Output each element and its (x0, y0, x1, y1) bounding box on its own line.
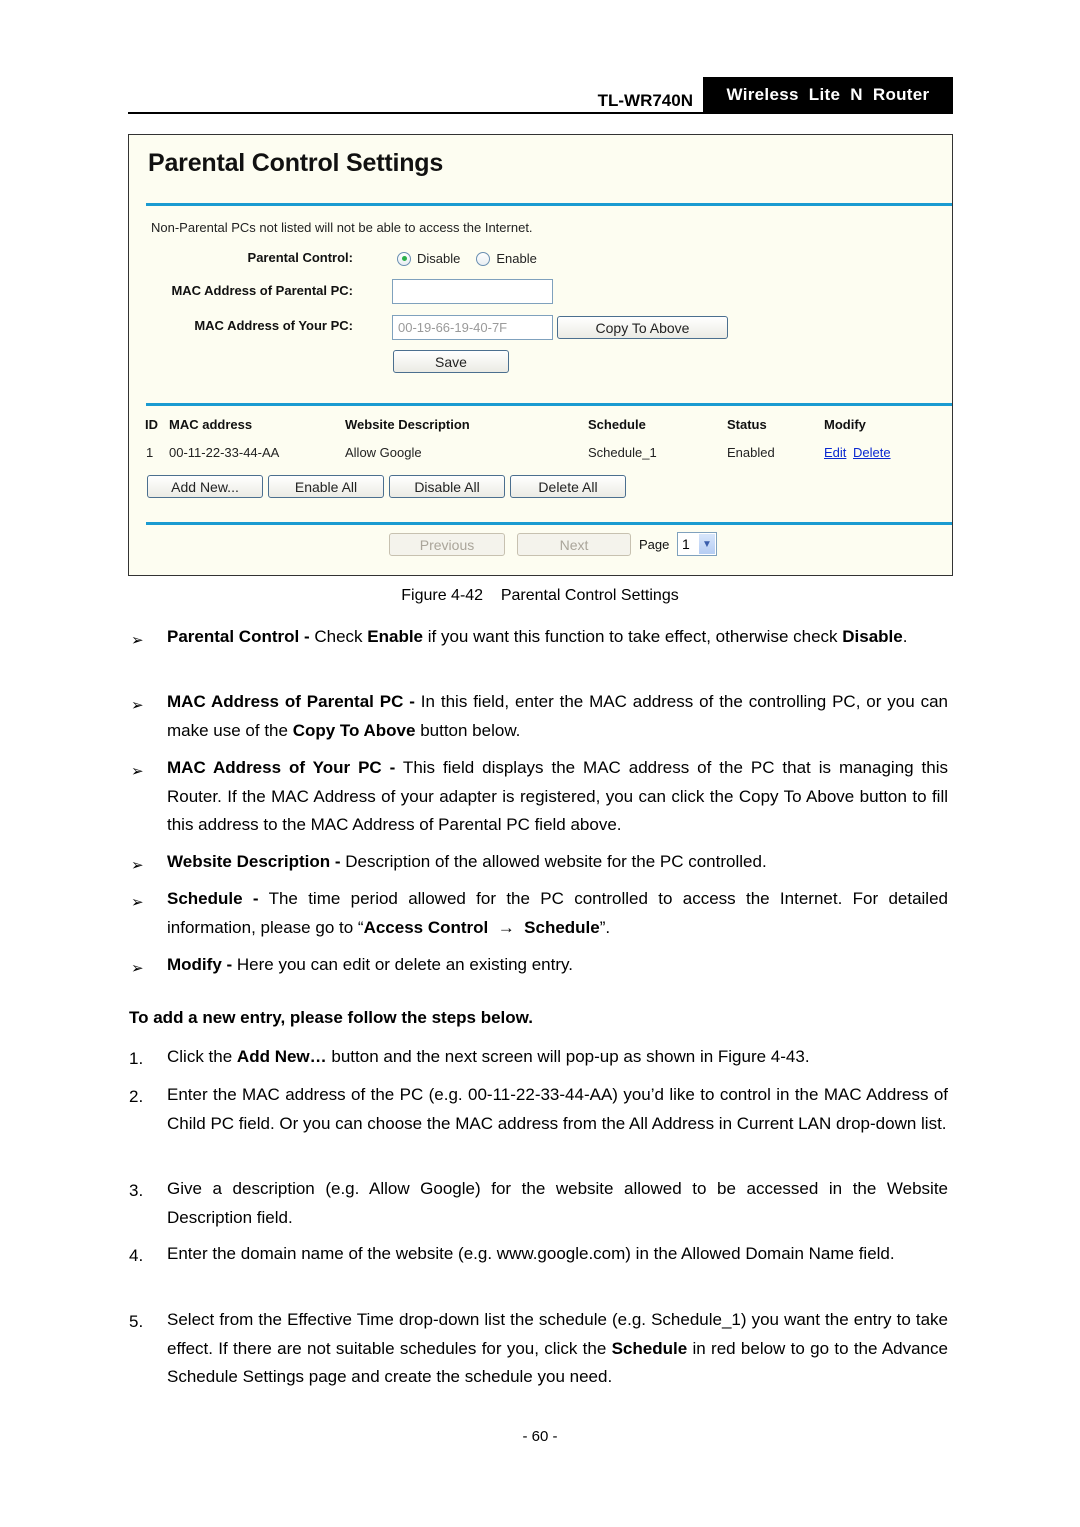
term: Add New… (236, 1047, 327, 1066)
previous-button[interactable]: Previous (389, 533, 505, 556)
step-1: Click the Add New… button and the next s… (167, 1043, 948, 1072)
page-header: TL-WR740N Wireless Lite N Router (128, 77, 953, 114)
text: Check (309, 627, 368, 646)
page-number: - 60 - (522, 1428, 558, 1445)
text: button below. (415, 720, 521, 740)
step-4: Enter the domain name of the website (e.… (167, 1244, 895, 1263)
row-status: Enabled (727, 445, 775, 460)
delete-all-button[interactable]: Delete All (510, 475, 626, 498)
radio-disable[interactable] (397, 251, 411, 266)
term: MAC Address of Parental PC - (167, 692, 415, 711)
bullet-arrow-icon: ➢ (131, 632, 144, 649)
bullet-arrow-icon: ➢ (131, 894, 144, 911)
text: Here you can edit or delete an existing … (232, 955, 573, 974)
enable-all-button[interactable]: Enable All (268, 475, 384, 498)
parental-control-screenshot: Parental Control Settings Non-Parental P… (128, 134, 953, 576)
term: Disable (842, 627, 903, 646)
model-name: TL-WR740N (597, 91, 693, 110)
bullet-arrow-icon: ➢ (131, 857, 144, 874)
term: Parental Control - (167, 627, 310, 646)
term: Copy To Above (292, 720, 416, 740)
settings-title: Parental Control Settings (148, 149, 444, 177)
bullet-schedule: Schedule - The time period allowed for t… (167, 885, 948, 942)
next-button[interactable]: Next (517, 533, 631, 556)
bullet-parental-control: Parental Control - Check Enable if you w… (167, 623, 948, 652)
text: ”. (599, 917, 611, 937)
copy-to-above-button[interactable]: Copy To Above (557, 316, 728, 339)
bullet-mac-your-pc: MAC Address of Your PC - This field disp… (167, 754, 948, 840)
term: Access Control → Schedule (363, 917, 600, 937)
mac-your-pc-input[interactable] (392, 315, 553, 340)
mac-parental-input[interactable] (392, 279, 553, 304)
bullet-website-description: Website Description - Description of the… (167, 848, 948, 877)
step-3: Give a description (e.g. Allow Google) f… (167, 1179, 948, 1227)
term: Modify - (167, 955, 233, 974)
row-description: Allow Google (345, 445, 422, 460)
info-note: Non-Parental PCs not listed will not be … (151, 220, 533, 235)
radio-enable[interactable] (476, 251, 491, 266)
add-new-button[interactable]: Add New... (147, 475, 263, 498)
step-number: 4. (129, 1246, 144, 1265)
page-label: Page (639, 537, 670, 552)
bullet-arrow-icon: ➢ (131, 763, 144, 780)
step-number: 5. (129, 1312, 144, 1331)
page-select[interactable]: 1 ▼ (677, 532, 717, 556)
text: Click the (167, 1047, 237, 1066)
mac-parental-label: MAC Address of Parental PC: (171, 283, 353, 298)
term: Schedule (611, 1338, 688, 1358)
bullet-mac-parental: MAC Address of Parental PC - In this fie… (167, 688, 948, 745)
edit-link[interactable]: Edit (824, 445, 846, 460)
term: MAC Address of Your PC - (167, 758, 396, 777)
step-number: 3. (129, 1181, 144, 1200)
divider (146, 203, 952, 206)
figure-caption: Figure 4-42 Parental Control Settings (401, 587, 679, 604)
step-number: 2. (129, 1087, 144, 1106)
page-select-value: 1 (682, 536, 690, 552)
step-2: Enter the MAC address of the PC (e.g. 00… (167, 1085, 948, 1133)
term: Website Description - (167, 852, 341, 871)
col-header-status: Status (727, 417, 767, 432)
divider (146, 403, 952, 406)
disable-all-button[interactable]: Disable All (389, 475, 505, 498)
bullet-modify: Modify - Here you can edit or delete an … (167, 951, 948, 980)
save-button[interactable]: Save (393, 350, 509, 373)
text: button and the next screen will pop-up a… (326, 1047, 810, 1066)
row-schedule: Schedule_1 (588, 445, 657, 460)
parental-control-label: Parental Control: (247, 250, 353, 265)
text: if you want this function to take effect… (423, 627, 843, 646)
radio-disable-label: Disable (417, 251, 461, 266)
radio-enable-label: Enable (496, 251, 537, 266)
step-5: Select from the Effective Time drop-down… (167, 1306, 948, 1392)
term: Schedule - (167, 889, 259, 908)
text: Description of the allowed website for t… (340, 852, 767, 871)
bullet-arrow-icon: ➢ (131, 697, 144, 714)
row-mac: 00-11-22-33-44-AA (169, 445, 280, 460)
radio-selected-dot (401, 256, 407, 261)
divider (146, 522, 952, 525)
parental-control-radio-group: Disable Enable (397, 251, 553, 266)
step-number: 1. (129, 1049, 144, 1068)
delete-link[interactable]: Delete (853, 445, 891, 460)
term: Enable (367, 627, 424, 646)
row-id: 1 (146, 445, 154, 460)
col-header-modify: Modify (824, 417, 866, 432)
text: . (902, 627, 908, 646)
steps-heading: To add a new entry, please follow the st… (129, 1008, 533, 1027)
col-header-schedule: Schedule (588, 417, 646, 432)
col-header-id: ID (145, 417, 158, 432)
bullet-arrow-icon: ➢ (131, 960, 144, 977)
product-name: Wireless Lite N Router (703, 77, 953, 112)
col-header-description: Website Description (345, 417, 470, 432)
mac-your-pc-label: MAC Address of Your PC: (194, 318, 353, 333)
chevron-down-icon[interactable]: ▼ (699, 534, 715, 554)
col-header-mac: MAC address (169, 417, 253, 432)
